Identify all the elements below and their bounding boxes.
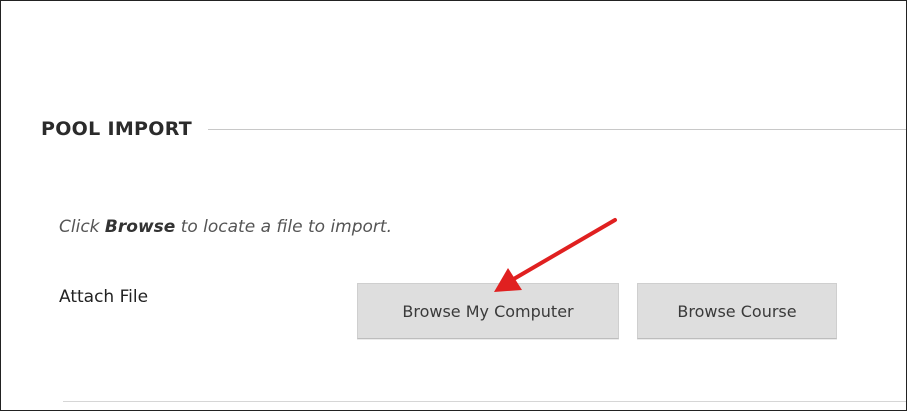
instruction-emphasis: Browse	[104, 217, 176, 237]
browse-my-computer-button[interactable]: Browse My Computer	[357, 283, 619, 339]
instruction-suffix: to locate a file to import.	[175, 217, 392, 237]
browse-course-button[interactable]: Browse Course	[637, 283, 837, 339]
section-title: POOL IMPORT	[41, 118, 193, 140]
instruction-prefix: Click	[59, 217, 105, 237]
bottom-divider	[63, 401, 906, 402]
pool-import-panel: POOL IMPORT Click Browse to locate a fil…	[0, 0, 907, 411]
section-divider	[208, 128, 906, 130]
instruction-text: Click Browse to locate a file to import.	[59, 217, 392, 237]
section-header: POOL IMPORT	[41, 113, 906, 145]
attach-file-label: Attach File	[59, 287, 149, 307]
